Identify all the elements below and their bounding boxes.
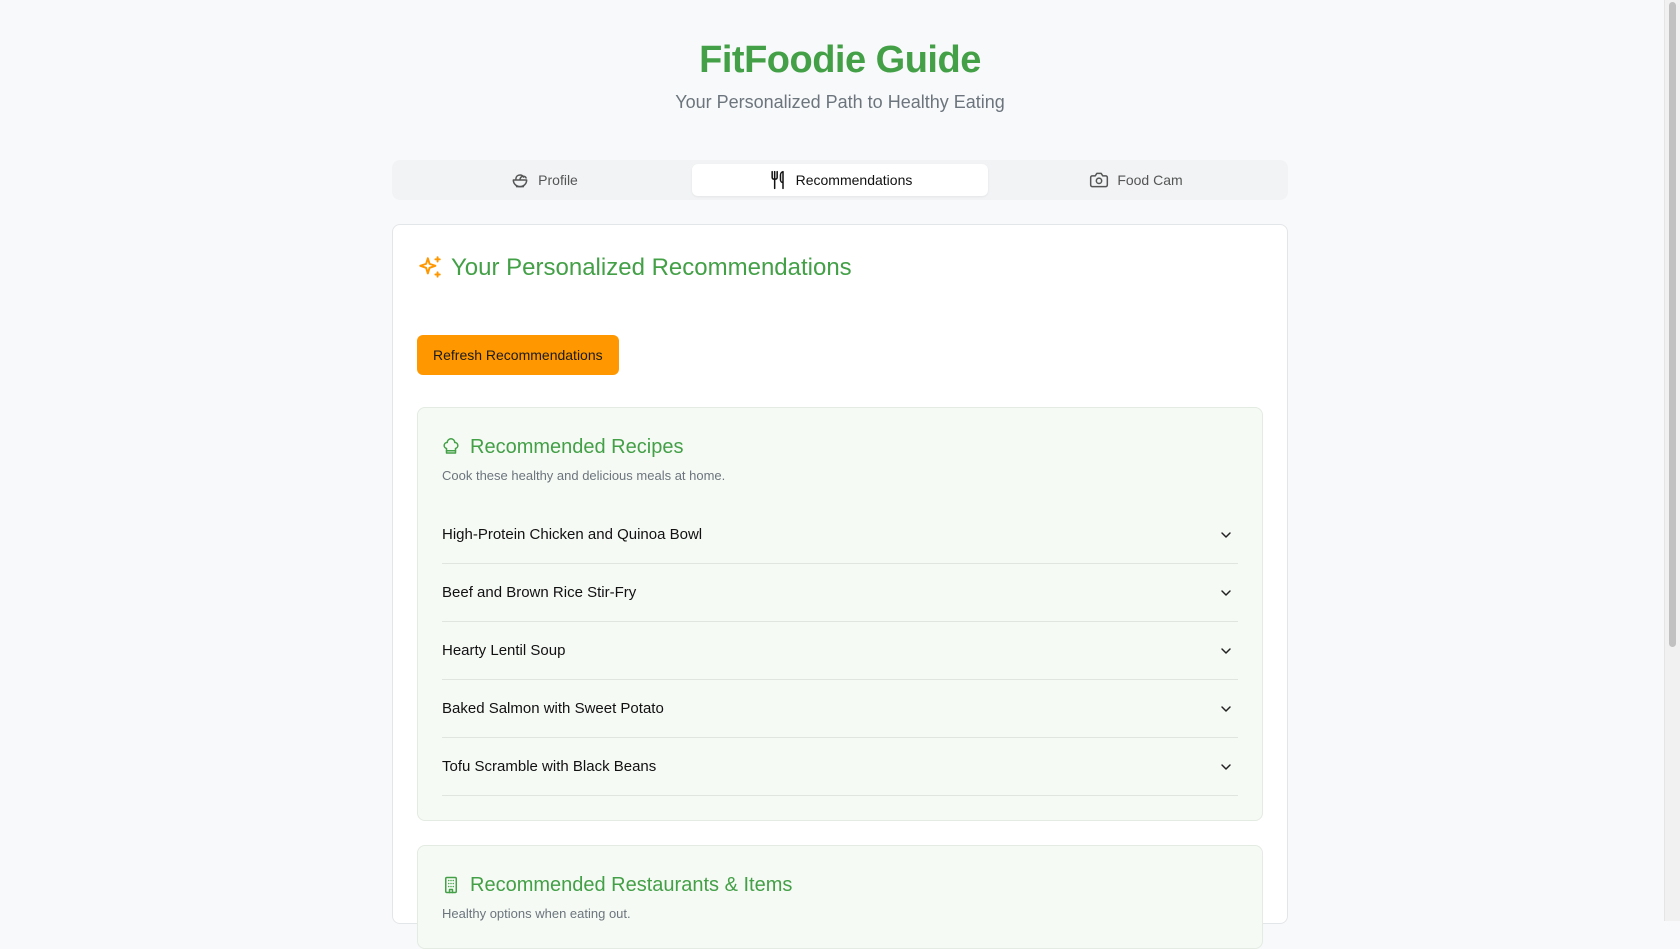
recipes-description: Cook these healthy and delicious meals a… <box>442 468 726 483</box>
recipe-item[interactable]: Tofu Scramble with Black Beans <box>442 738 1238 796</box>
page-scrollbar[interactable] <box>1664 0 1680 921</box>
tab-food-cam-label: Food Cam <box>1117 172 1183 188</box>
camera-icon <box>1090 172 1109 188</box>
utensils-icon <box>771 170 784 190</box>
recipe-item[interactable]: Hearty Lentil Soup <box>442 622 1238 680</box>
recipe-item-label: Hearty Lentil Soup <box>442 642 566 659</box>
chevron-down-icon <box>1221 705 1231 712</box>
app-subtitle: Your Personalized Path to Healthy Eating <box>675 92 1005 112</box>
main-tabs: Profile Recommendations Food Cam <box>392 160 1288 200</box>
chef-hat-icon <box>443 438 459 454</box>
tab-food-cam[interactable]: Food Cam <box>988 164 1284 196</box>
app-title: FitFoodie Guide <box>699 39 981 81</box>
recipe-item-label: Beef and Brown Rice Stir-Fry <box>442 584 637 601</box>
app-container: FitFoodie Guide Your Personalized Path t… <box>392 0 1288 949</box>
app-header: FitFoodie Guide Your Personalized Path t… <box>392 0 1288 114</box>
recipe-item[interactable]: High-Protein Chicken and Quinoa Bowl <box>442 506 1238 564</box>
restaurants-title: Recommended Restaurants & Items <box>442 872 1238 898</box>
recipe-item-label: Tofu Scramble with Black Beans <box>442 758 657 775</box>
restaurants-title-text: Recommended Restaurants & Items <box>470 874 793 896</box>
restaurants-section: Recommended Restaurants & Items Healthy … <box>417 845 1263 949</box>
salad-bowl-icon <box>512 174 528 188</box>
recommendations-title-text: Your Personalized Recommendations <box>451 254 852 281</box>
tab-profile[interactable]: Profile <box>396 164 692 196</box>
tab-recommendations[interactable]: Recommendations <box>692 164 988 196</box>
tab-profile-label: Profile <box>538 172 578 188</box>
recipes-title-text: Recommended Recipes <box>470 436 684 458</box>
recipe-item-label: Baked Salmon with Sweet Potato <box>442 700 664 717</box>
scrollbar-thumb[interactable] <box>1669 2 1676 647</box>
chevron-down-icon <box>1221 589 1231 596</box>
recipes-section: Recommended Recipes Cook these healthy a… <box>417 407 1263 821</box>
chevron-down-icon <box>1221 531 1231 538</box>
recipes-title: Recommended Recipes <box>442 434 1238 460</box>
recommendations-title: Your Personalized Recommendations <box>417 251 1263 285</box>
restaurants-description: Healthy options when eating out. <box>442 906 631 921</box>
building-icon <box>445 876 457 894</box>
chevron-down-icon <box>1221 763 1231 770</box>
recipe-item[interactable]: Baked Salmon with Sweet Potato <box>442 680 1238 738</box>
recommendations-card: Your Personalized Recommendations Refres… <box>392 224 1288 949</box>
refresh-recommendations-button[interactable]: Refresh Recommendations <box>417 335 619 375</box>
chevron-down-icon <box>1221 647 1231 654</box>
sparkles-icon <box>419 256 441 278</box>
recipe-item[interactable]: Beef and Brown Rice Stir-Fry <box>442 564 1238 622</box>
recipes-accordion: High-Protein Chicken and Quinoa Bowl Bee… <box>442 506 1238 796</box>
tab-recommendations-label: Recommendations <box>795 172 913 188</box>
recipe-item-label: High-Protein Chicken and Quinoa Bowl <box>442 526 703 543</box>
